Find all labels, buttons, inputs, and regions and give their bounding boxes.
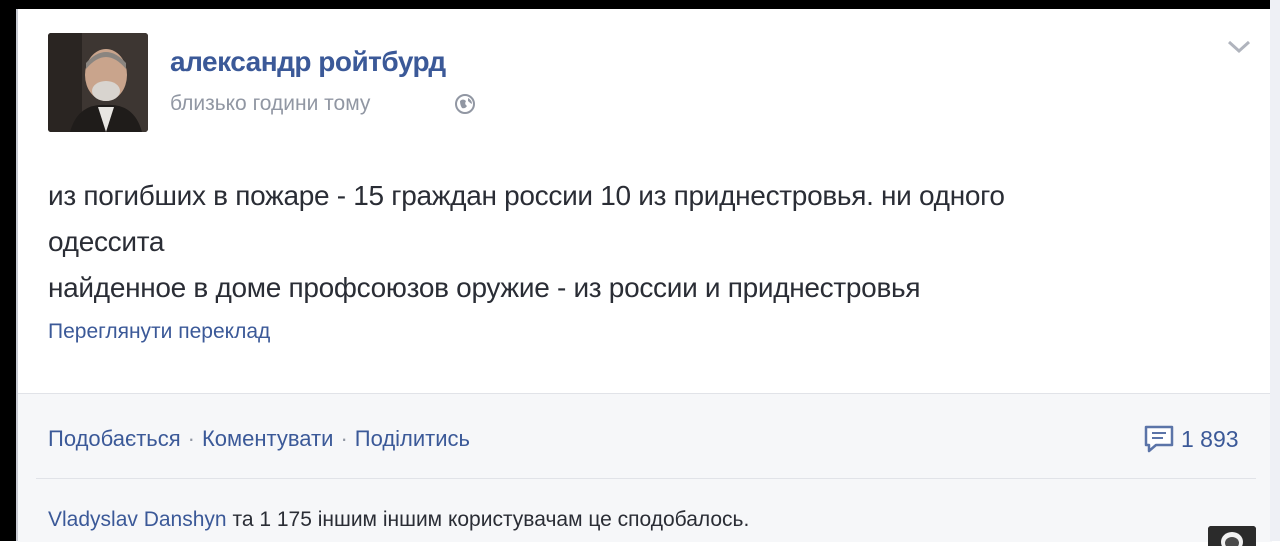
globe-icon[interactable] xyxy=(454,93,476,115)
comment-count[interactable]: 1 893 xyxy=(1143,424,1239,454)
author-name[interactable]: александр ройтбурд xyxy=(170,46,446,78)
separator-dot: · xyxy=(340,426,348,451)
share-link[interactable]: Поділитись xyxy=(355,426,470,451)
footer-divider xyxy=(36,478,1256,479)
comment-link[interactable]: Коментувати xyxy=(202,426,333,451)
see-translation-link[interactable]: Переглянути переклад xyxy=(48,320,270,344)
chevron-down-icon[interactable] xyxy=(1226,39,1252,55)
post-text-line: одессита xyxy=(48,226,165,257)
likes-summary: Vladyslav Danshyn та 1 175 іншим іншим к… xyxy=(48,508,749,532)
like-link[interactable]: Подобається xyxy=(48,426,181,451)
commenter-avatar[interactable] xyxy=(1208,526,1256,546)
post-text-line: из погибших в пожаре - 15 граждан россии… xyxy=(48,180,1005,211)
author-photo xyxy=(48,33,148,132)
comment-icon xyxy=(1144,425,1174,453)
post-text-line: найденное в доме профсоюзов оружие - из … xyxy=(48,272,921,303)
post-actions: Подобається · Коментувати · Поділитись xyxy=(48,426,470,452)
video-frame-right-edge xyxy=(1270,0,1280,541)
facebook-post-card: александр ройтбурд близько години тому и… xyxy=(16,9,1272,546)
post-timestamp[interactable]: близько години тому xyxy=(170,92,370,116)
commenter-photo xyxy=(1208,526,1256,546)
likes-summary-text[interactable]: та 1 175 іншим іншим користувачам це спо… xyxy=(232,508,749,531)
comment-count-value: 1 893 xyxy=(1181,425,1239,452)
video-frame-top-border xyxy=(0,0,1280,9)
separator-dot: · xyxy=(187,426,195,451)
liker-name-link[interactable]: Vladyslav Danshyn xyxy=(48,508,227,531)
post-footer: Подобається · Коментувати · Поділитись 1 893… xyxy=(18,393,1272,546)
post-body: из погибших в пожаре - 15 граждан россии… xyxy=(48,173,1228,311)
author-avatar[interactable] xyxy=(48,33,148,132)
video-frame-left-border xyxy=(0,0,16,541)
